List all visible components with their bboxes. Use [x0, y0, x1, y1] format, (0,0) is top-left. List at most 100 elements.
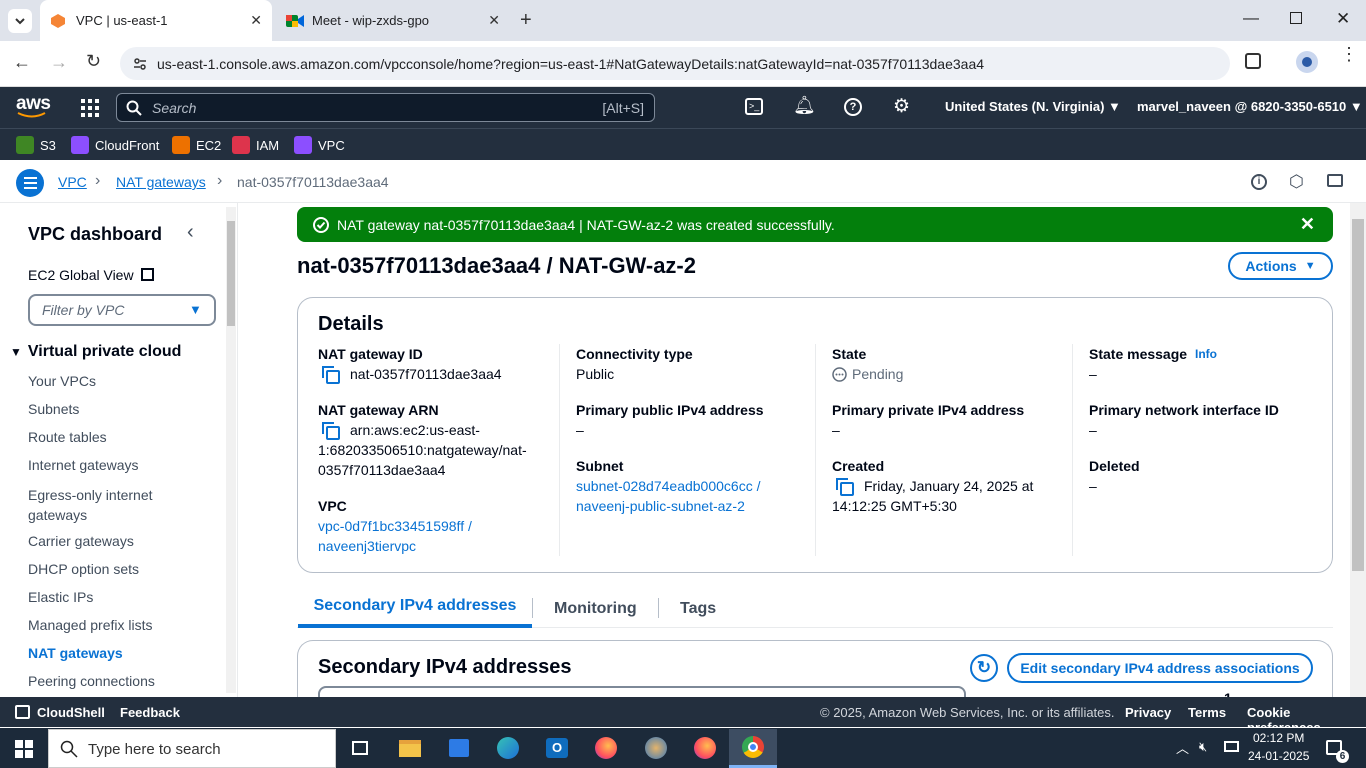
vpc-link-line1[interactable]: vpc-0d7f1bc33451598ff /: [318, 516, 472, 536]
restore-window-button[interactable]: [1290, 12, 1302, 24]
breadcrumb-vpc[interactable]: VPC: [58, 174, 87, 190]
address-bar-input[interactable]: us-east-1.console.aws.amazon.com/vpccons…: [120, 47, 1230, 80]
site-info-icon[interactable]: [132, 56, 148, 72]
nat-arn-value-line2: 1:682033506510:natgateway/nat-: [318, 442, 527, 458]
created-value-line1: Friday, January 24, 2025 at: [864, 478, 1034, 494]
account-menu[interactable]: marvel_naveen @ 6820-3350-6510 ▼: [1137, 99, 1363, 114]
filter-by-vpc-select[interactable]: Filter by VPC ▼: [28, 294, 216, 326]
taskbar-time[interactable]: 02:12 PM: [1253, 731, 1304, 745]
forward-button[interactable]: →: [50, 52, 68, 73]
nat-arn-label: NAT gateway ARN: [318, 402, 439, 418]
browser-menu-icon[interactable]: ⋮: [1340, 45, 1358, 63]
favorite-iam[interactable]: IAM: [232, 133, 279, 157]
network-icon[interactable]: [1224, 741, 1239, 752]
browser-tab-meet[interactable]: Meet - wip-zxds-gpo ✕: [276, 0, 510, 41]
microsoft-store-icon[interactable]: [441, 732, 477, 764]
chrome-icon: [742, 736, 764, 758]
task-view-icon[interactable]: [342, 732, 378, 764]
help-icon[interactable]: ?: [844, 98, 862, 116]
outlook-icon[interactable]: O: [539, 732, 575, 764]
copy-icon[interactable]: [322, 366, 340, 384]
close-tab-icon[interactable]: ✕: [250, 12, 262, 29]
main-scrollbar[interactable]: [1350, 203, 1366, 697]
copy-icon[interactable]: [322, 422, 340, 440]
actions-button[interactable]: Actions ▼: [1228, 252, 1333, 280]
sidebar-item-peering-connections[interactable]: Peering connections: [28, 673, 155, 689]
chrome-taskbar-button[interactable]: [729, 729, 777, 768]
sidebar-item-dhcp-option-sets[interactable]: DHCP option sets: [28, 561, 139, 577]
volume-muted-icon[interactable]: 🔇︎: [1199, 739, 1207, 755]
taskbar-search-input[interactable]: Type here to search: [48, 729, 336, 768]
new-tab-button[interactable]: +: [520, 9, 532, 32]
section-toggle[interactable]: ▼ Virtual private cloud: [10, 343, 181, 361]
feedback-link[interactable]: Feedback: [120, 705, 180, 720]
info-panel-icon[interactable]: i: [1251, 174, 1267, 190]
edge-browser-icon[interactable]: [490, 732, 526, 764]
dismiss-flash-icon[interactable]: ✕: [1300, 214, 1315, 235]
tab-search-button[interactable]: [8, 9, 32, 33]
minimize-window-button[interactable]: —: [1243, 10, 1259, 28]
sidebar-item-your-vpcs[interactable]: Your VPCs: [28, 373, 96, 389]
column-divider: [1072, 344, 1073, 556]
edit-secondary-ipv4-button[interactable]: Edit secondary IPv4 address associations: [1007, 653, 1313, 683]
tutorial-panel-icon[interactable]: [1327, 174, 1343, 187]
notifications-bell-icon[interactable]: 🔔︎: [793, 95, 816, 116]
aws-search-input[interactable]: Search [Alt+S]: [116, 93, 655, 122]
windows-start-icon[interactable]: [15, 740, 33, 758]
reload-button[interactable]: ↻: [86, 51, 101, 72]
profile-avatar[interactable]: [1296, 51, 1318, 73]
sidebar-item-elastic-ips[interactable]: Elastic IPs: [28, 589, 93, 605]
file-explorer-icon[interactable]: [392, 732, 428, 764]
sidebar-item-subnets[interactable]: Subnets: [28, 401, 79, 417]
browser-tab-vpc[interactable]: VPC | us-east-1 ✕: [40, 0, 272, 41]
hamburger-menu-button[interactable]: [16, 169, 44, 197]
pagination-page-number[interactable]: 1: [1224, 690, 1232, 697]
extensions-icon[interactable]: [1245, 53, 1261, 69]
vpc-link-line2[interactable]: naveenj3tiervpc: [318, 536, 416, 556]
firefox-icon[interactable]: [687, 732, 723, 764]
sidebar-scrollbar[interactable]: [226, 207, 236, 693]
subnet-link-line2[interactable]: naveenj-public-subnet-az-2: [576, 496, 745, 516]
favorite-vpc[interactable]: VPC: [294, 133, 345, 157]
copy-icon[interactable]: [836, 478, 854, 496]
sidebar-title[interactable]: VPC dashboard: [28, 224, 162, 245]
tab-tags[interactable]: Tags: [680, 600, 716, 618]
close-tab-icon[interactable]: ✕: [488, 12, 500, 29]
sidebar-item-egress-only-gateways[interactable]: Egress-only internet gateways: [28, 485, 178, 525]
tab-secondary-ipv4[interactable]: Secondary IPv4 addresses: [298, 597, 532, 628]
scrollbar-thumb[interactable]: [227, 221, 235, 326]
cloudshell-link[interactable]: CloudShell: [37, 705, 105, 720]
app-icon[interactable]: [638, 732, 674, 764]
sidebar-item-carrier-gateways[interactable]: Carrier gateways: [28, 533, 134, 549]
settings-gear-icon[interactable]: ⚙: [893, 95, 910, 118]
scrollbar-thumb[interactable]: [1352, 219, 1364, 571]
firefox-icon[interactable]: [588, 732, 624, 764]
services-grid-icon[interactable]: [81, 99, 99, 117]
terms-link[interactable]: Terms: [1188, 705, 1226, 720]
aws-logo[interactable]: aws: [16, 93, 51, 118]
tab-monitoring[interactable]: Monitoring: [554, 600, 637, 618]
show-hidden-icons[interactable]: ︿: [1176, 738, 1189, 757]
close-window-button[interactable]: ✕: [1336, 9, 1350, 29]
sidebar-item-managed-prefix-lists[interactable]: Managed prefix lists: [28, 617, 153, 633]
favorite-s3[interactable]: S3: [16, 133, 56, 157]
back-button[interactable]: ←: [13, 52, 31, 73]
sidebar-item-nat-gateways[interactable]: NAT gateways: [28, 645, 123, 661]
refresh-button[interactable]: ↻: [970, 654, 998, 682]
sidebar-item-internet-gateways[interactable]: Internet gateways: [28, 457, 139, 473]
taskbar-date[interactable]: 24-01-2025: [1248, 749, 1309, 763]
favorite-cloudfront[interactable]: CloudFront: [71, 133, 159, 157]
subnet-link-line1[interactable]: subnet-028d74eadb000c6cc /: [576, 476, 760, 496]
region-selector[interactable]: United States (N. Virginia) ▼: [945, 99, 1121, 114]
collapse-sidebar-icon[interactable]: ‹: [187, 221, 194, 244]
privacy-link[interactable]: Privacy: [1125, 705, 1171, 720]
favorite-ec2[interactable]: EC2: [172, 133, 221, 157]
search-input[interactable]: [318, 686, 966, 697]
cloudshell-icon[interactable]: [15, 705, 30, 719]
ec2-global-view-link[interactable]: EC2 Global View: [28, 267, 155, 283]
resources-hexagon-icon[interactable]: ⬡: [1289, 172, 1304, 192]
cloudshell-icon[interactable]: >_: [745, 98, 763, 115]
breadcrumb-nat-gateways[interactable]: NAT gateways: [116, 174, 206, 190]
sidebar-item-route-tables[interactable]: Route tables: [28, 429, 107, 445]
info-link[interactable]: Info: [1195, 347, 1217, 361]
